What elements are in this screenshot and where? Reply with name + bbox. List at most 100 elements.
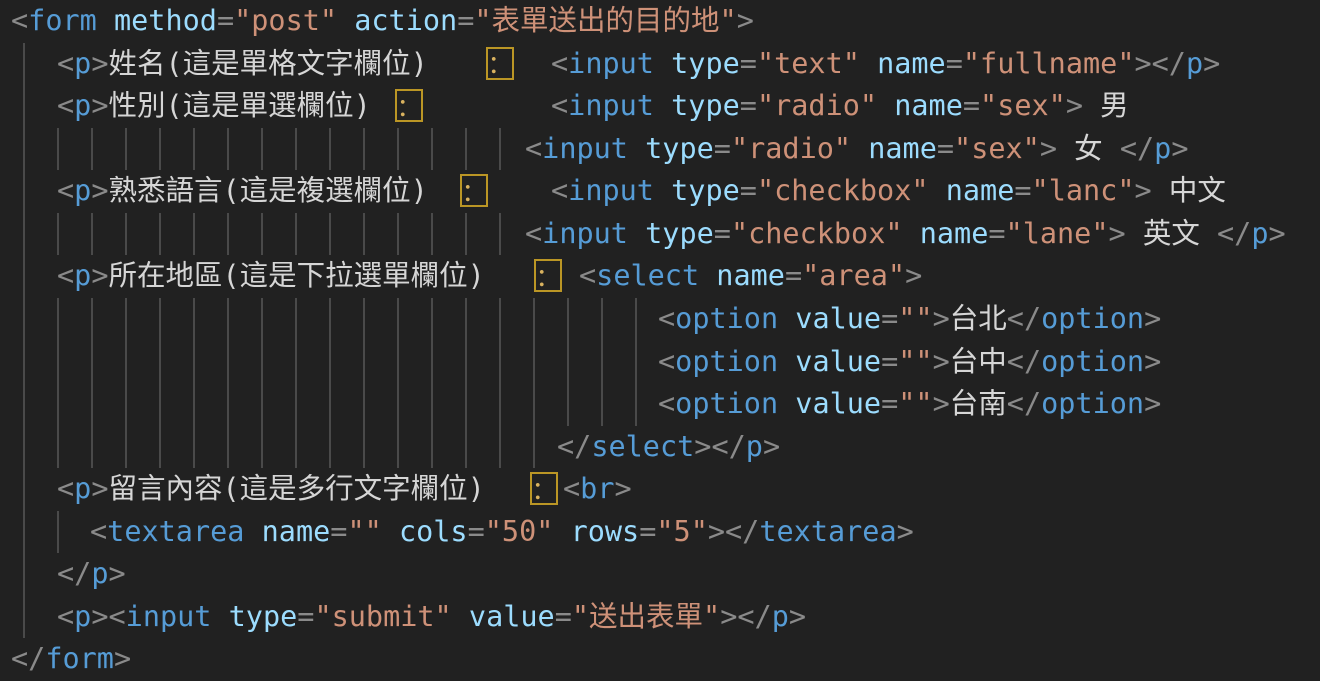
- indent-guide: [125, 383, 127, 426]
- code-editor[interactable]: <form method="post" action="表單送出的目的地"><p…: [0, 0, 1320, 681]
- punctuation-token: >: [1066, 89, 1083, 122]
- tag-token: select: [596, 259, 699, 292]
- indent-guide: [431, 213, 433, 256]
- punctuation-token: </: [11, 642, 45, 675]
- indent-guide: [397, 213, 399, 256]
- text-token: 台北: [950, 302, 1007, 335]
- code-segment: <input type="text" name="fullname"></p>: [551, 43, 1220, 86]
- tag-token: p: [1186, 47, 1203, 80]
- unicode-highlight-box: ：: [395, 89, 423, 122]
- indent-guide: [431, 128, 433, 171]
- tag-token: p: [74, 259, 91, 292]
- punctuation-token: <: [11, 4, 28, 37]
- indent-guide: [23, 596, 25, 639]
- indent-guide: [431, 298, 433, 341]
- indent-guide: [363, 213, 365, 256]
- punctuation-token: =: [740, 89, 757, 122]
- punctuation-token: >: [1203, 47, 1220, 80]
- code-segment: <p>姓名(這是單格文字欄位): [57, 43, 428, 86]
- code-segment: </form>: [11, 638, 131, 681]
- tag-token: option: [675, 387, 778, 420]
- code-line: <p>姓名(這是單格文字欄位)：<input type="text" name=…: [0, 43, 1320, 86]
- punctuation-token: ></: [708, 515, 759, 548]
- indent-guide: [227, 341, 229, 384]
- punctuation-token: <: [57, 600, 74, 633]
- punctuation-token: <: [551, 89, 568, 122]
- punctuation-token: =: [988, 217, 1005, 250]
- attribute-token: type: [229, 600, 298, 633]
- text-token: 男: [1083, 89, 1129, 122]
- tag-token: br: [580, 472, 614, 505]
- punctuation-token: <: [57, 259, 74, 292]
- whitespace: [654, 174, 671, 207]
- text-token: 性別(這是單選欄位): [109, 89, 371, 122]
- indent-guide: [635, 341, 637, 384]
- whitespace: [97, 4, 114, 37]
- indent-guide: [23, 341, 25, 384]
- punctuation-token: =: [457, 4, 474, 37]
- punctuation-token: >: [615, 472, 632, 505]
- whitespace: [382, 515, 399, 548]
- punctuation-token: >: [91, 174, 108, 207]
- attribute-token: value: [469, 600, 555, 633]
- indent-guide: [57, 298, 59, 341]
- indent-guide: [159, 426, 161, 469]
- punctuation-token: ></: [1134, 47, 1185, 80]
- indent-guide: [329, 383, 331, 426]
- indent-guide: [227, 426, 229, 469]
- indent-guide: [465, 341, 467, 384]
- punctuation-token: >: [1144, 387, 1161, 420]
- tag-token: input: [542, 217, 628, 250]
- attribute-token: action: [354, 4, 457, 37]
- indent-guide: [363, 298, 365, 341]
- indent-guide: [363, 341, 365, 384]
- indent-guide: [363, 426, 365, 469]
- indent-guide: [363, 128, 365, 171]
- punctuation-token: >: [737, 4, 754, 37]
- punctuation-token: </: [1120, 132, 1154, 165]
- code-segment: <option value="">台南</option>: [658, 383, 1161, 426]
- indent-guide: [397, 341, 399, 384]
- indent-guide: [397, 128, 399, 171]
- indent-guide: [567, 298, 569, 341]
- indent-guide: [57, 511, 59, 554]
- punctuation-token: </: [1007, 345, 1041, 378]
- indent-guide: [91, 213, 93, 256]
- tag-token: input: [568, 89, 654, 122]
- indent-guide: [159, 213, 161, 256]
- indent-guide: [329, 426, 331, 469]
- code-segment: <p>所在地區(這是下拉選單欄位): [57, 255, 485, 298]
- punctuation-token: =: [937, 132, 954, 165]
- tag-token: p: [74, 472, 91, 505]
- attribute-token: method: [114, 4, 217, 37]
- tag-token: select: [591, 430, 694, 463]
- string-token: "radio": [757, 89, 877, 122]
- indent-guide: [499, 426, 501, 469]
- indent-guide: [499, 383, 501, 426]
- tag-token: form: [28, 4, 97, 37]
- tag-token: option: [1041, 345, 1144, 378]
- punctuation-token: >: [109, 557, 126, 590]
- indent-guide: [465, 298, 467, 341]
- code-line: <p>所在地區(這是下拉選單欄位)：<select name="area">: [0, 255, 1320, 298]
- indent-guide: [567, 383, 569, 426]
- indent-guide: [465, 128, 467, 171]
- punctuation-token: =: [740, 174, 757, 207]
- punctuation-token: >: [789, 600, 806, 633]
- whitespace: [778, 302, 795, 335]
- attribute-token: cols: [399, 515, 468, 548]
- tag-token: textarea: [759, 515, 896, 548]
- indent-guide: [193, 383, 195, 426]
- string-token: "text": [757, 47, 860, 80]
- code-line: </p>: [0, 553, 1320, 596]
- punctuation-token: =: [740, 47, 757, 80]
- indent-guide: [261, 128, 263, 171]
- punctuation-token: ></: [694, 430, 745, 463]
- punctuation-token: <: [525, 132, 542, 165]
- attribute-token: name: [920, 217, 989, 250]
- indent-guide: [397, 426, 399, 469]
- punctuation-token: =: [785, 259, 802, 292]
- whitespace: [337, 4, 354, 37]
- indent-guide: [499, 213, 501, 256]
- punctuation-token: =: [1014, 174, 1031, 207]
